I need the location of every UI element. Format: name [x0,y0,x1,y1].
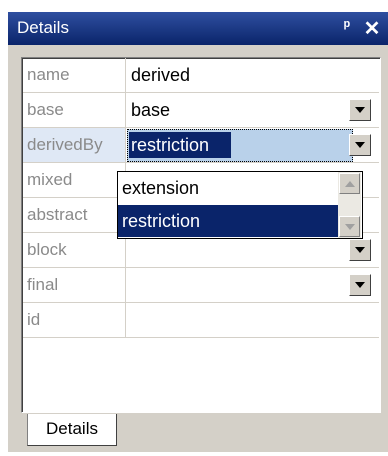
dropdown-button[interactable] [349,274,371,296]
property-row-derivedby[interactable]: derivedBy restriction [23,128,379,163]
property-row-id[interactable]: id [23,303,379,338]
property-key: final [23,268,126,302]
panel-title: Details [17,18,69,37]
property-key: id [23,303,126,337]
property-key: mixed [23,163,126,197]
tab-strip: Details [8,414,388,452]
property-value[interactable] [131,268,351,302]
dropdown-scrollbar[interactable] [338,172,361,238]
pin-icon[interactable]: ᵖ [338,18,356,38]
property-key: derivedBy [23,128,126,162]
property-key: base [23,93,126,127]
panel-titlebar: Details ᵖ ✕ [8,12,388,45]
property-row-base[interactable]: base base [23,93,379,128]
property-value[interactable]: base [131,93,351,127]
property-row-name[interactable]: name derived [23,58,379,93]
close-icon[interactable]: ✕ [362,16,382,40]
property-value-selected[interactable]: restriction [129,132,231,158]
dropdown-list[interactable]: extension restriction [117,171,363,239]
scroll-down-icon[interactable] [339,216,360,237]
dropdown-button[interactable] [349,134,371,156]
property-key: block [23,233,126,267]
property-value[interactable]: derived [131,58,351,92]
property-key: abstract [23,198,126,232]
property-row-final[interactable]: final [23,268,379,303]
dropdown-option-restriction[interactable]: restriction [118,205,338,237]
scroll-up-icon[interactable] [339,173,360,194]
dropdown-button[interactable] [349,239,371,261]
property-key: name [23,58,126,92]
property-value[interactable] [131,303,351,337]
dropdown-option-extension[interactable]: extension [118,172,338,204]
dropdown-button[interactable] [349,99,371,121]
tab-details[interactable]: Details [27,414,117,446]
